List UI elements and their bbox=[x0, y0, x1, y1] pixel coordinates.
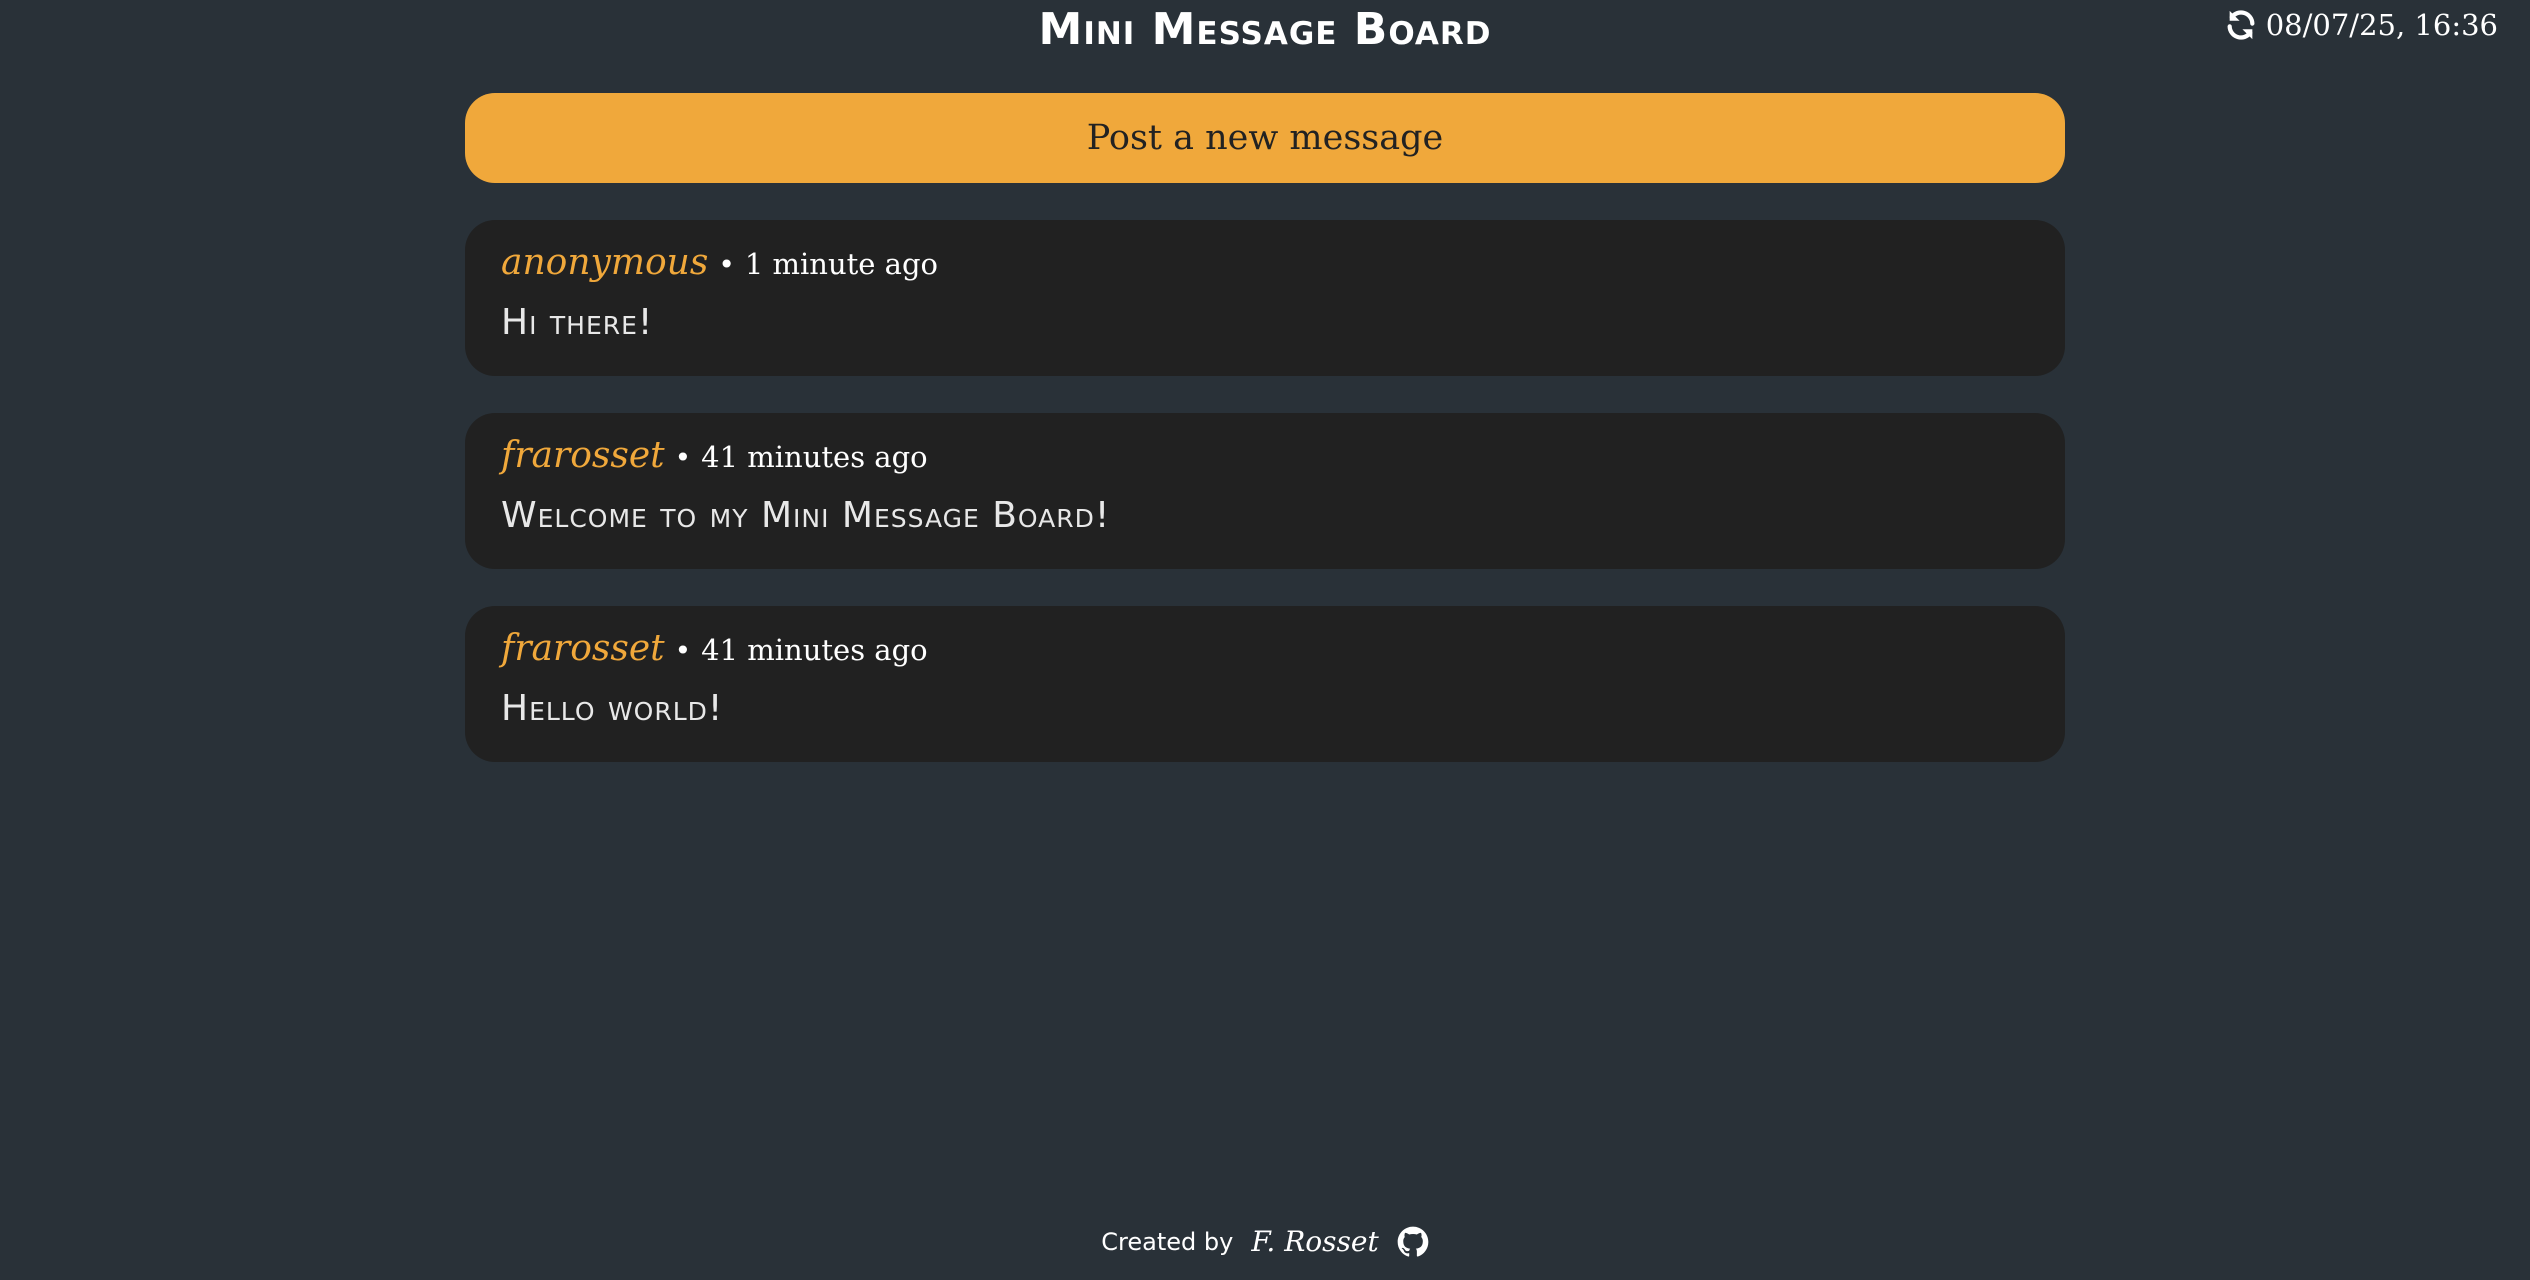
footer: Created by F. Rosset bbox=[0, 1225, 2530, 1258]
message-meta: frarosset • 41 minutes ago bbox=[501, 628, 2029, 684]
author-link[interactable]: F. Rosset bbox=[1251, 1225, 1378, 1258]
refresh-area: 08/07/25, 16:36 bbox=[2224, 8, 2498, 42]
header: Mini Message Board 08/07/25, 16:36 bbox=[0, 0, 2530, 60]
created-by-label: Created by bbox=[1101, 1227, 1234, 1256]
message-card: frarosset • 41 minutes ago Hello world! bbox=[465, 606, 2065, 762]
message-time: 1 minute ago bbox=[744, 247, 938, 281]
message-card: anonymous • 1 minute ago Hi there! bbox=[465, 220, 2065, 376]
message-list: anonymous • 1 minute ago Hi there! fraro… bbox=[465, 220, 2065, 762]
message-time: 41 minutes ago bbox=[701, 633, 928, 667]
page-title: Mini Message Board bbox=[1038, 4, 1492, 55]
last-updated-datetime: 08/07/25, 16:36 bbox=[2265, 8, 2498, 42]
message-meta: anonymous • 1 minute ago bbox=[501, 242, 2029, 298]
message-time: 41 minutes ago bbox=[701, 440, 928, 474]
refresh-icon[interactable] bbox=[2224, 8, 2258, 42]
message-meta: frarosset • 41 minutes ago bbox=[501, 435, 2029, 491]
github-icon[interactable] bbox=[1397, 1226, 1429, 1258]
meta-separator: • bbox=[674, 634, 692, 667]
meta-separator: • bbox=[674, 441, 692, 474]
message-text: Hello world! bbox=[501, 688, 724, 729]
message-card: frarosset • 41 minutes ago Welcome to my… bbox=[465, 413, 2065, 569]
meta-separator: • bbox=[718, 248, 735, 281]
page: Mini Message Board 08/07/25, 16:36 Post … bbox=[0, 0, 2530, 1280]
message-author[interactable]: anonymous bbox=[501, 242, 708, 283]
post-new-message-button[interactable]: Post a new message bbox=[465, 93, 2065, 183]
main-content: Post a new message anonymous • 1 minute … bbox=[465, 93, 2065, 762]
message-text: Hi there! bbox=[501, 302, 654, 343]
message-text: Welcome to my Mini Message Board! bbox=[501, 495, 1111, 536]
message-author[interactable]: frarosset bbox=[501, 628, 665, 669]
message-author[interactable]: frarosset bbox=[501, 435, 665, 476]
